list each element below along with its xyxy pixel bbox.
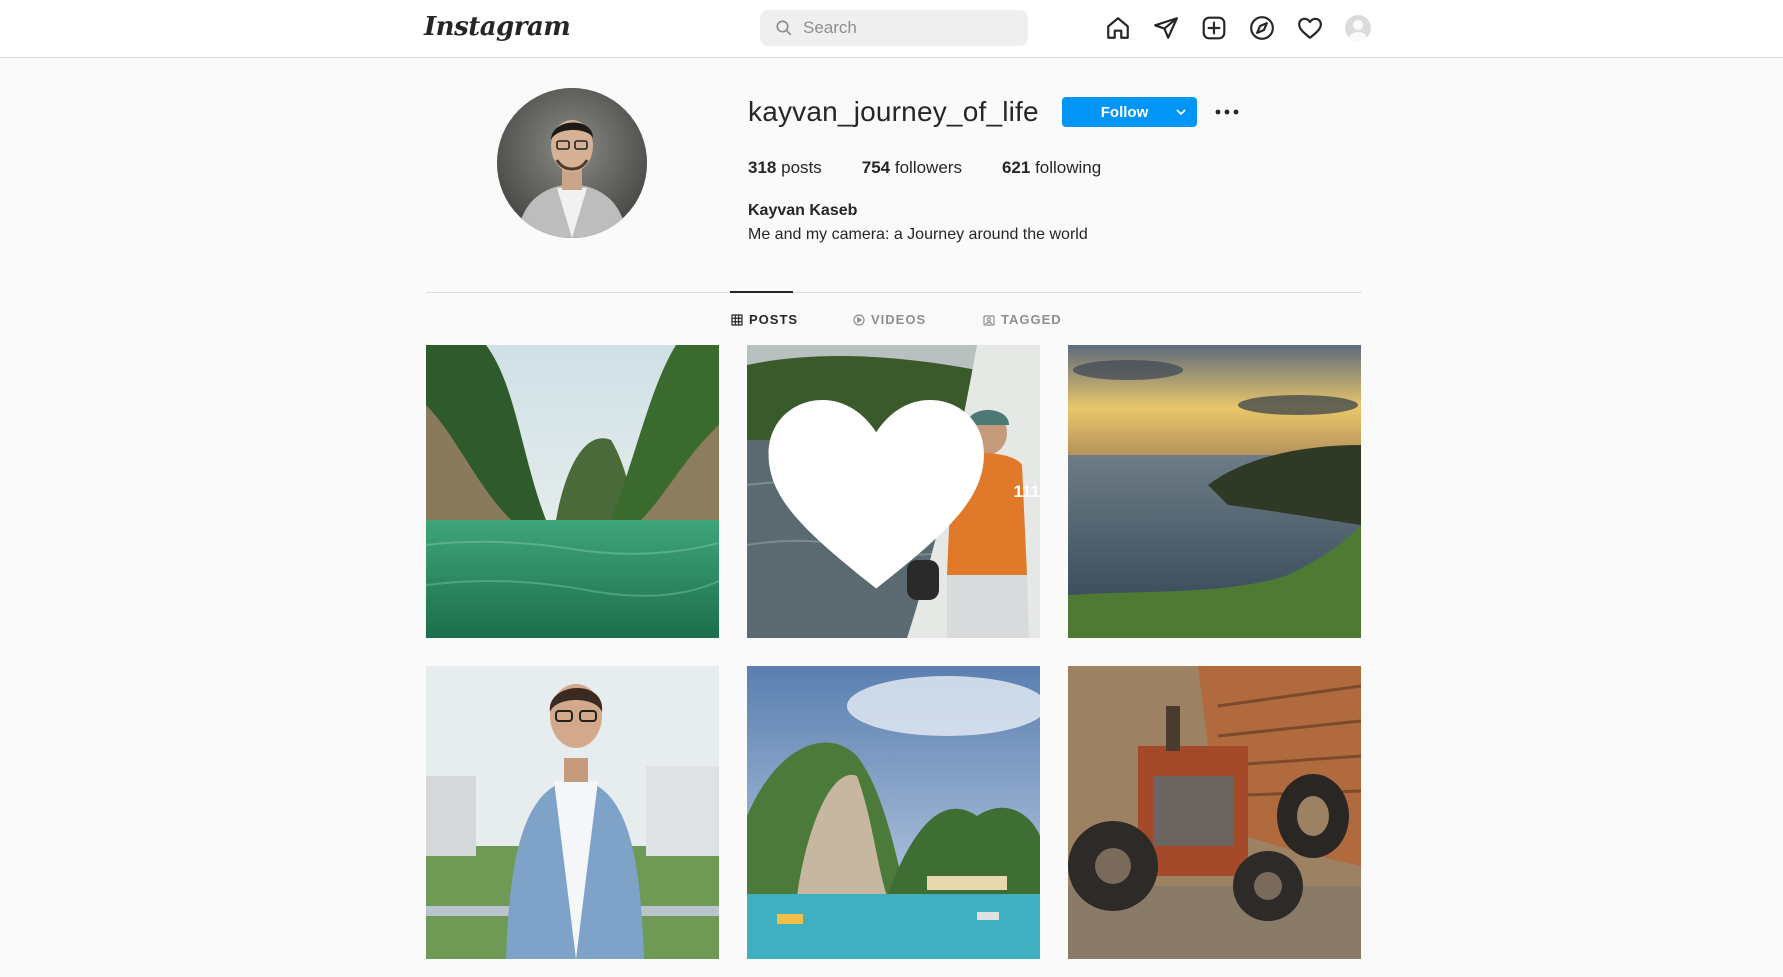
post-thumbnail[interactable] xyxy=(1068,666,1361,959)
direct-message-icon[interactable] xyxy=(1153,15,1179,41)
following-label: following xyxy=(1035,158,1102,177)
tab-posts-label: POSTS xyxy=(749,312,799,327)
tab-videos[interactable]: VIDEOS xyxy=(853,312,926,327)
active-tab-indicator xyxy=(730,291,793,293)
new-post-icon[interactable] xyxy=(1201,15,1227,41)
likes-heart-icon xyxy=(768,399,984,589)
following-count: 621 xyxy=(1001,158,1031,177)
search-input[interactable] xyxy=(803,18,1013,38)
instagram-logo[interactable]: Instagram xyxy=(424,12,571,42)
posts-label: posts xyxy=(781,158,822,177)
profile-avatar-icon[interactable] xyxy=(1345,15,1371,41)
profile-bio: Me and my camera: a Journey around the w… xyxy=(748,226,1088,243)
post-thumbnail[interactable]: 111 xyxy=(747,345,1040,638)
tab-posts[interactable]: POSTS xyxy=(731,312,798,327)
post-image xyxy=(1068,345,1361,638)
tab-tagged[interactable]: TAGGED xyxy=(983,312,1062,327)
chevron-down-icon xyxy=(1176,109,1186,116)
search-box[interactable] xyxy=(760,10,1028,46)
post-thumbnail[interactable] xyxy=(747,666,1040,959)
play-icon xyxy=(853,313,865,326)
tab-videos-label: VIDEOS xyxy=(871,312,927,327)
post-thumbnail[interactable] xyxy=(426,666,719,959)
followers-label: followers xyxy=(894,158,962,177)
post-image xyxy=(426,345,719,638)
nav-icon-bar xyxy=(1105,15,1371,41)
profile-full-name: Kayvan Kaseb xyxy=(748,202,858,219)
post-thumbnail[interactable] xyxy=(1068,345,1361,638)
post-thumbnail[interactable] xyxy=(426,345,719,638)
options-button[interactable] xyxy=(1214,100,1240,124)
profile-photo[interactable] xyxy=(497,88,647,238)
activity-heart-icon[interactable] xyxy=(1297,15,1323,41)
post-image xyxy=(426,666,719,959)
top-navigation-bar: Instagram xyxy=(0,0,1783,58)
posts-stat: 318 posts xyxy=(748,158,822,178)
tabs-divider xyxy=(426,292,1362,293)
post-hover-overlay: 111 xyxy=(747,345,1040,638)
explore-icon[interactable] xyxy=(1249,15,1275,41)
grid-icon xyxy=(731,313,743,326)
followers-count: 754 xyxy=(861,158,891,177)
post-image xyxy=(1068,666,1361,959)
posts-count: 318 xyxy=(748,158,777,177)
suggested-accounts-dropdown-button[interactable] xyxy=(1165,97,1197,127)
post-image xyxy=(747,666,1040,959)
following-stat[interactable]: 621 following xyxy=(1002,158,1101,178)
profile-stats: 318 posts 754 followers 621 following xyxy=(748,158,1101,178)
followers-stat[interactable]: 754 followers xyxy=(862,158,962,178)
more-options-icon xyxy=(1215,109,1239,115)
post-likes-count: 111 xyxy=(1013,481,1041,501)
tab-tagged-label: TAGGED xyxy=(1001,312,1062,327)
tagged-icon xyxy=(983,314,995,326)
search-icon xyxy=(776,20,792,36)
profile-username: kayvan_journey_of_life xyxy=(748,96,1039,127)
home-icon[interactable] xyxy=(1105,15,1131,41)
